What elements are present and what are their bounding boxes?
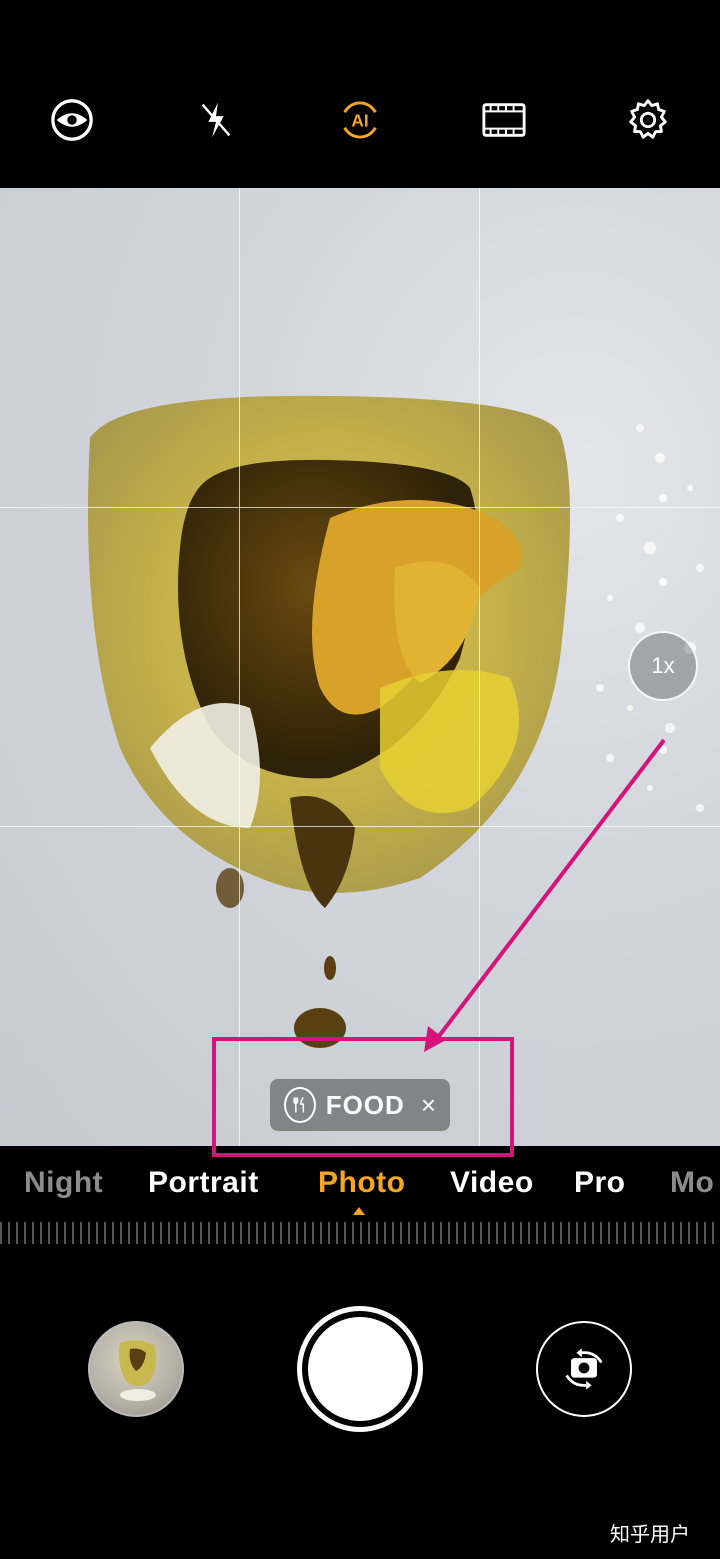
grid-line-horizontal — [0, 507, 720, 508]
settings-icon — [629, 99, 667, 139]
zoom-track-dot — [659, 746, 667, 754]
film-icon — [482, 103, 526, 137]
top-toolbar: AI — [0, 0, 720, 188]
lens-mode-icon — [51, 99, 93, 141]
ai-icon: AI — [343, 101, 377, 139]
settings-button[interactable] — [624, 96, 672, 144]
mode-portrait[interactable]: Portrait — [148, 1166, 259, 1200]
flash-off-icon — [201, 102, 231, 138]
ai-label: AI — [351, 111, 368, 131]
zoom-label: 1x — [651, 653, 675, 678]
zoom-track-dot — [659, 494, 667, 502]
flash-button[interactable] — [192, 96, 240, 144]
switch-camera-button[interactable] — [536, 1321, 632, 1417]
annotation-box — [212, 1037, 514, 1157]
grid-line-horizontal — [0, 826, 720, 827]
shutter-inner — [308, 1317, 412, 1421]
active-mode-indicator — [353, 1207, 365, 1215]
mode-night[interactable]: Night — [24, 1166, 103, 1200]
lens-mode-button[interactable] — [48, 96, 96, 144]
switch-camera-icon — [565, 1348, 603, 1390]
viewfinder[interactable]: 1x FOOD × — [0, 188, 720, 1146]
zoom-track-dot — [659, 578, 667, 586]
grid-line-vertical — [239, 188, 240, 1146]
mode-pro[interactable]: Pro — [574, 1166, 626, 1200]
mode-video[interactable]: Video — [450, 1166, 534, 1200]
gallery-thumbnail-image — [118, 1340, 157, 1401]
camera-preview-image — [88, 395, 704, 1048]
watermark: 知乎用户 — [610, 1524, 690, 1546]
mode-more[interactable]: Mo — [670, 1166, 714, 1200]
zoom-button[interactable]: 1x — [628, 631, 698, 701]
mode-photo[interactable]: Photo — [318, 1166, 405, 1200]
shutter-button[interactable] — [297, 1306, 423, 1432]
grid-line-vertical — [479, 188, 480, 1146]
ai-button[interactable]: AI — [336, 96, 384, 144]
gallery-thumbnail[interactable] — [88, 1321, 184, 1417]
mode-scroll-ruler — [0, 1222, 720, 1244]
film-button[interactable] — [480, 96, 528, 144]
